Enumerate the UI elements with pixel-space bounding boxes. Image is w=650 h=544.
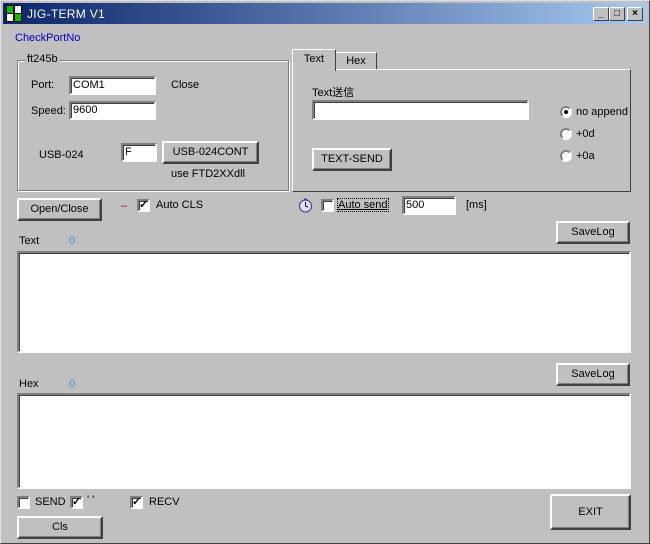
auto-send-checkbox[interactable]: [321, 199, 334, 212]
hex-log-count: 0: [69, 378, 76, 390]
text-savelog-button[interactable]: SaveLog: [556, 221, 630, 244]
port-input[interactable]: COM1: [69, 76, 156, 95]
close-icon[interactable]: ×: [627, 7, 643, 21]
check-port-label[interactable]: CheckPortNo: [15, 32, 80, 44]
hex-log-label: Hex: [19, 378, 39, 390]
cls-button[interactable]: Cls: [17, 516, 103, 539]
radio-0d[interactable]: [560, 128, 572, 140]
speed-input[interactable]: 9600: [69, 101, 156, 120]
auto-cls-checkbox[interactable]: ✓: [137, 199, 150, 212]
radio-no-append[interactable]: [560, 106, 572, 118]
quote-checkbox[interactable]: ✓: [70, 496, 83, 509]
recv-checkbox[interactable]: ✓: [130, 496, 143, 509]
port-label: Port:: [31, 79, 55, 91]
speed-label: Speed:: [31, 105, 66, 117]
radio-0a-label: +0a: [576, 150, 595, 162]
port-status: Close: [171, 79, 200, 91]
usb-024cont-button[interactable]: USB-024CONT: [162, 141, 259, 164]
text-send-input[interactable]: [312, 100, 529, 120]
radio-no-append-label: no append: [576, 106, 628, 118]
maximize-icon[interactable]: □: [609, 7, 625, 21]
ft245b-group-label: ft245b: [25, 53, 60, 65]
timer-icon: [298, 198, 313, 213]
tab-hex[interactable]: Hex: [335, 52, 377, 70]
minimize-icon[interactable]: _: [593, 7, 609, 21]
auto-send-label: Auto send: [337, 198, 389, 212]
open-close-button[interactable]: Open/Close: [17, 198, 102, 221]
radio-0d-label: +0d: [576, 128, 595, 140]
title-bar[interactable]: JIG-TERM V1 _ □ ×: [3, 3, 647, 24]
usb-note: use FTD2XXdll: [171, 168, 245, 180]
auto-cls-label: Auto CLS: [156, 199, 204, 211]
hex-savelog-button[interactable]: SaveLog: [556, 363, 630, 386]
app-window: JIG-TERM V1 _ □ × CheckPortNo ft245b Por…: [0, 0, 650, 544]
text-send-button[interactable]: TEXT-SEND: [312, 148, 392, 171]
send-checkbox[interactable]: [17, 496, 30, 509]
radio-0a[interactable]: [560, 150, 572, 162]
usb-label: USB-024: [39, 149, 84, 161]
text-send-label: Text送信: [312, 87, 355, 99]
exit-button[interactable]: EXIT: [550, 494, 631, 530]
send-label: SEND: [35, 496, 66, 508]
usb-input[interactable]: F: [121, 143, 157, 162]
auto-send-interval-input[interactable]: 500: [402, 196, 456, 215]
recv-label: RECV: [149, 496, 180, 508]
auto-send-unit: [ms]: [466, 199, 487, 211]
quote-label: ' ': [87, 494, 95, 506]
text-log-count: 0: [69, 235, 76, 247]
tab-text[interactable]: Text: [292, 49, 336, 71]
window-title: JIG-TERM V1: [27, 7, 105, 21]
app-icon: [6, 5, 22, 22]
hex-log-area[interactable]: [17, 393, 631, 489]
text-log-area[interactable]: [17, 251, 631, 353]
text-log-label: Text: [19, 235, 40, 247]
status-dash: –: [121, 200, 128, 212]
